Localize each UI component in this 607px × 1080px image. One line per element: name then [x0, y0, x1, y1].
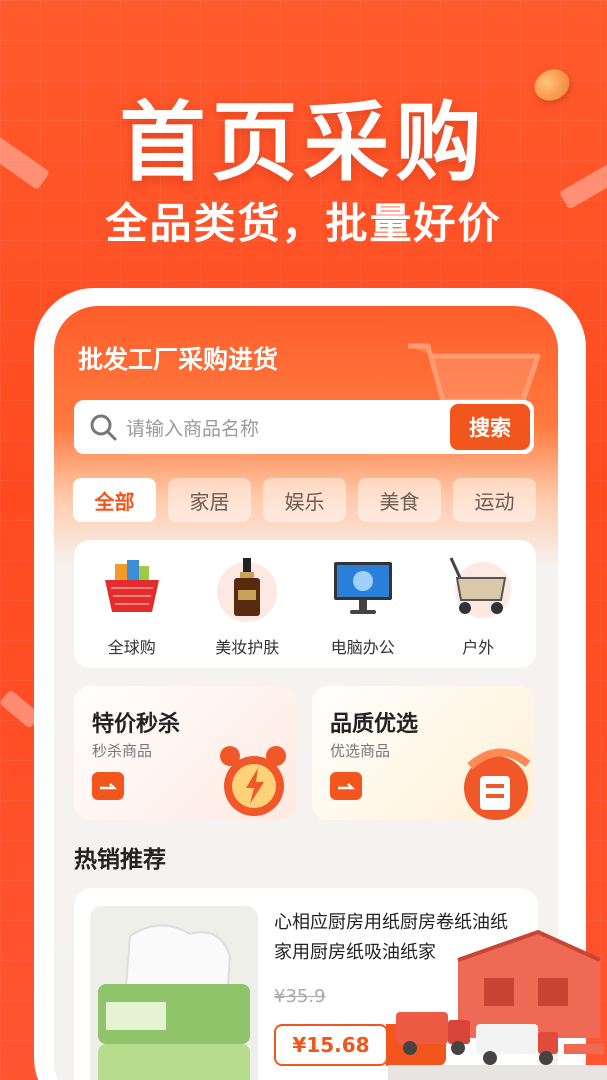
category-label: 户外 [462, 638, 495, 657]
promo-title: 特价秒杀 [92, 712, 181, 737]
tab-food[interactable]: 美食 [358, 478, 441, 522]
arrow-right-icon[interactable] [92, 772, 124, 800]
tissue-pack-icon [98, 924, 250, 1080]
alarm-clock-icon [220, 746, 286, 816]
tab-entertainment[interactable]: 娱乐 [263, 478, 346, 522]
promo-subtitle: 优选商品 [330, 742, 391, 760]
product-price: ¥15.68 [274, 1024, 388, 1066]
value-badge-icon [464, 748, 531, 820]
flash-sale-card[interactable]: 特价秒杀 秒杀商品 [74, 686, 296, 820]
category-grid: 全球购 美妆护肤 电脑办公 户外 [74, 540, 536, 668]
warehouse-icon [388, 929, 607, 1080]
category-office[interactable]: 电脑办公 [313, 552, 413, 668]
search-button[interactable]: 搜索 [450, 404, 530, 450]
hero-subtitle: 全品类货，批量好价 [105, 199, 502, 248]
section-title: 热销推荐 [74, 847, 166, 873]
category-outdoor[interactable]: 户外 [428, 552, 528, 668]
monitor-icon [333, 562, 392, 614]
category-beauty[interactable]: 美妆护肤 [197, 552, 297, 668]
shopping-basket-icon [104, 560, 159, 612]
product-original-price: ¥35.9 [274, 986, 326, 1007]
product-image [90, 906, 258, 1080]
hero-title: 首页采购 [119, 93, 488, 193]
category-label: 电脑办公 [330, 638, 395, 657]
promo-subtitle: 秒杀商品 [92, 742, 153, 760]
arrow-right-icon[interactable] [330, 772, 362, 800]
category-label: 美妆护肤 [215, 638, 280, 657]
search-input[interactable]: 请输入商品名称 [126, 414, 450, 441]
tab-all[interactable]: 全部 [73, 478, 156, 522]
camping-wagon-icon [449, 557, 512, 618]
quality-picks-card[interactable]: 品质优选 优选商品 [312, 686, 534, 820]
serum-bottle-icon [217, 558, 278, 622]
search-icon [90, 414, 117, 441]
tab-sports[interactable]: 运动 [453, 478, 536, 522]
category-global-shopping[interactable]: 全球购 [82, 552, 182, 668]
category-tabs: 全部 家居 娱乐 美食 运动 [73, 478, 536, 522]
promo-title: 品质优选 [330, 712, 419, 737]
tab-home[interactable]: 家居 [168, 478, 251, 522]
category-label: 全球购 [107, 638, 156, 657]
search-bar[interactable]: 请输入商品名称 搜索 [74, 400, 534, 454]
page-title: 批发工厂采购进货 [78, 345, 279, 374]
